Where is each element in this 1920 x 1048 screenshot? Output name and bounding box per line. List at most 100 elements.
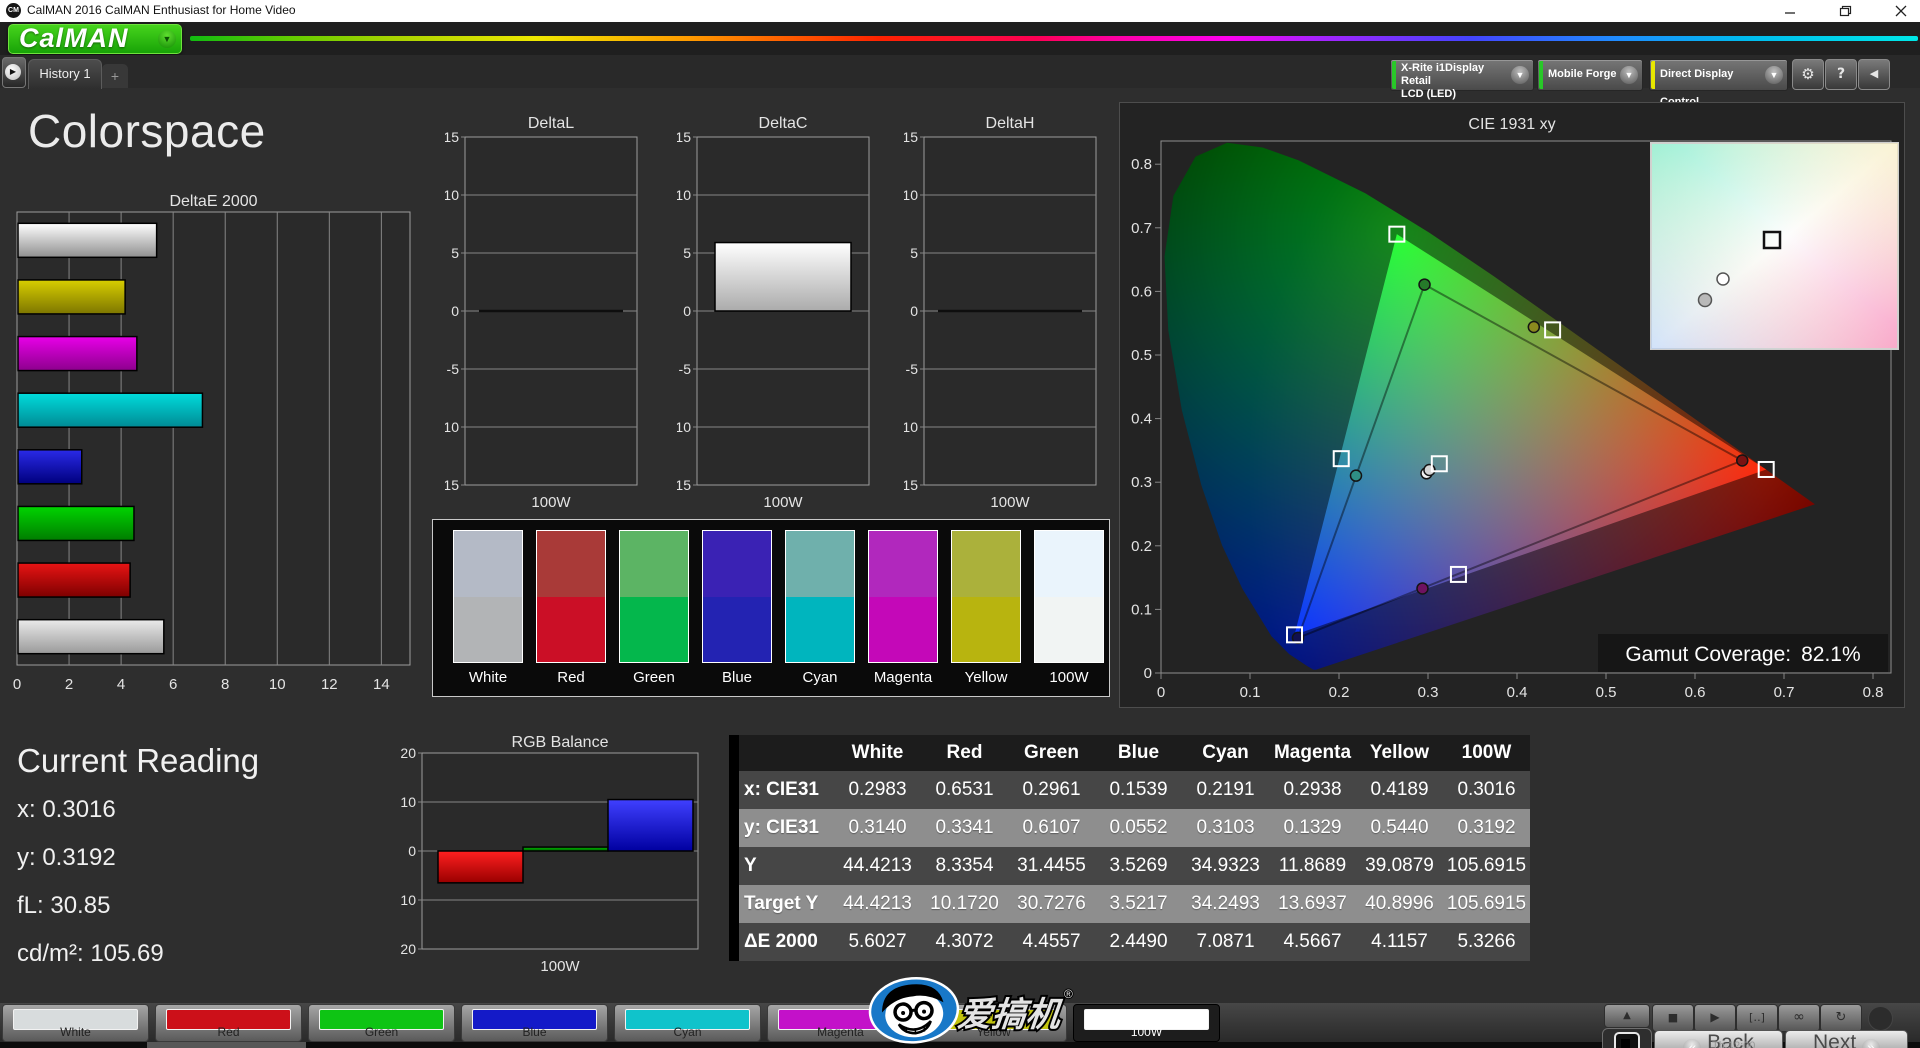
swatch-label: Blue [721, 669, 753, 686]
status-indicator-circle [1868, 1006, 1893, 1031]
svg-text:4: 4 [117, 676, 125, 693]
deltae-bar-blue [17, 449, 83, 485]
actual-target-swatch-panel: Actual Target WhiteRedGreenBlueCyanMagen… [432, 519, 1110, 697]
chevron-left-icon: ◀ [1869, 67, 1879, 80]
tab-history-1[interactable]: History 1 [28, 59, 102, 89]
table-cell: 4.5667 [1283, 931, 1342, 952]
table-row-label: ΔE 2000 [744, 931, 818, 952]
refresh-icon: ↻ [1835, 1010, 1847, 1025]
gear-icon: ⚙ [1801, 65, 1815, 83]
table-cell: 0.3016 [1457, 779, 1516, 800]
table-row-label: y: CIE31 [744, 817, 819, 838]
settings-button[interactable]: ⚙ [1792, 59, 1824, 90]
svg-text:0.3: 0.3 [1131, 474, 1152, 491]
swatch-label: Cyan [802, 669, 838, 686]
actual-swatch [620, 531, 688, 597]
swatch-column-white: White [453, 530, 523, 686]
restore-button[interactable] [1828, 0, 1862, 22]
swatch-column-red: Red [536, 530, 606, 686]
swatch-label: White [468, 669, 508, 686]
actual-swatch [869, 531, 937, 597]
deltal-chart: DeltaL 15 10 5 0 -5 -10 -15 100W [445, 115, 638, 511]
source-dropdown[interactable]: Mobile Forge ▼ [1537, 59, 1643, 91]
svg-text:5: 5 [683, 245, 691, 261]
square-icon [1614, 1032, 1640, 1048]
help-button[interactable]: ? [1825, 59, 1857, 90]
table-header-cell: Green [1024, 742, 1079, 763]
table-cell: 0.2938 [1283, 779, 1342, 800]
svg-text:-5: -5 [906, 361, 919, 377]
svg-text:14: 14 [373, 676, 390, 693]
table-header-cell: Yellow [1369, 742, 1430, 763]
table-cell: 44.4213 [843, 855, 912, 876]
scroll-up-button[interactable]: ▲ [1604, 1004, 1650, 1028]
svg-text:-15: -15 [677, 477, 691, 493]
svg-text:10: 10 [445, 187, 459, 203]
stop-button[interactable]: ■ [1652, 1004, 1694, 1032]
tab-scroll-button[interactable]: ▶ [2, 57, 26, 88]
svg-text:10: 10 [400, 794, 416, 810]
bottom-strip-indicator[interactable] [147, 1042, 306, 1048]
single-measure-button[interactable]: [‥] [1736, 1004, 1778, 1032]
close-icon[interactable] [1884, 0, 1918, 22]
svg-text:5: 5 [451, 245, 459, 261]
svg-text:0.1: 0.1 [1131, 601, 1152, 618]
table-row: Target Y 44.4213 10.1720 30.7276 3.5217 34.24… [739, 885, 1530, 923]
minimize-button[interactable] [1773, 0, 1807, 22]
add-tab-button[interactable]: + [102, 64, 128, 88]
pattern-window-button[interactable] [1602, 1028, 1652, 1048]
next-button[interactable]: Next » [1785, 1030, 1908, 1048]
pattern-button-white[interactable]: White [2, 1004, 149, 1042]
pattern-button-blue[interactable]: Blue [461, 1004, 608, 1042]
pattern-button-cyan[interactable]: Cyan [614, 1004, 761, 1042]
meter-line2: LCD (LED) [1401, 88, 1456, 100]
pattern-label: Red [217, 1025, 240, 1039]
svg-text:0: 0 [910, 303, 918, 319]
source-label: Mobile Forge [1548, 68, 1617, 80]
pattern-button-magenta[interactable]: Magenta [767, 1004, 914, 1042]
pattern-label: Green [364, 1025, 399, 1039]
swatch-column-yellow: Yellow [951, 530, 1021, 686]
svg-text:2: 2 [65, 676, 73, 693]
svg-text:0.5: 0.5 [1596, 684, 1617, 701]
pattern-button-yellow[interactable]: Yellow [920, 1004, 1067, 1042]
pattern-label: Cyan [673, 1025, 702, 1039]
svg-text:0.1: 0.1 [1240, 684, 1261, 701]
meter-line1: X-Rite i1Display Retail [1401, 62, 1485, 87]
infinity-icon: ∞ [1793, 1009, 1805, 1025]
chevron-down-icon: ▼ [158, 30, 176, 48]
table-cell: 4.1157 [1371, 931, 1428, 952]
table-cell: 40.8996 [1365, 893, 1434, 914]
cie-1931-chart: CIE 1931 xy 0 0.1 0.2 0.3 0.4 0.5 0.6 0.… [1131, 116, 1899, 701]
display-control-dropdown[interactable]: Direct Display Control ▼ [1649, 59, 1788, 108]
table-header-cell: Magenta [1273, 742, 1352, 763]
measured-point-red [1736, 454, 1749, 467]
pattern-button-green[interactable]: Green [308, 1004, 455, 1042]
calman-menu-button[interactable]: CalMAN ▼ [8, 23, 182, 54]
svg-text:-15: -15 [904, 477, 918, 493]
table-cell: 0.5440 [1370, 817, 1429, 838]
svg-text:-10: -10 [677, 419, 691, 435]
current-reading-title: Current Reading [17, 742, 260, 779]
table-header-cell: White [851, 742, 904, 763]
deltae-bar-magenta [17, 335, 138, 372]
collapse-panel-button[interactable]: ◀ [1858, 59, 1890, 90]
play-button[interactable]: ▶ [1694, 1004, 1736, 1032]
svg-text:0: 0 [451, 303, 459, 319]
svg-text:-5: -5 [679, 361, 692, 377]
reading-fl: fL: 30.85 [17, 892, 111, 919]
pattern-button-red[interactable]: Red [155, 1004, 302, 1042]
chevron-double-right-icon: » [1862, 1039, 1881, 1048]
table-cell: 34.9323 [1191, 855, 1260, 876]
table-row-label: x: CIE31 [744, 779, 819, 800]
delta-bar [714, 241, 852, 312]
chevron-double-left-icon: « [1683, 1039, 1702, 1048]
pattern-button-100w[interactable]: 100W [1073, 1004, 1220, 1042]
reading-cdm2: cd/m²: 105.69 [17, 940, 164, 967]
continuous-measure-button[interactable]: ∞ [1778, 1004, 1820, 1032]
meter-dropdown[interactable]: X-Rite i1Display Retail LCD (LED) ▼ [1390, 59, 1534, 100]
table-row: Y 44.4213 8.3354 31.4455 3.5269 34.9323 11.868… [739, 847, 1530, 885]
refresh-button[interactable]: ↻ [1820, 1004, 1862, 1032]
table-cell: 0.2191 [1196, 779, 1255, 800]
table-cell: 0.2961 [1022, 779, 1081, 800]
